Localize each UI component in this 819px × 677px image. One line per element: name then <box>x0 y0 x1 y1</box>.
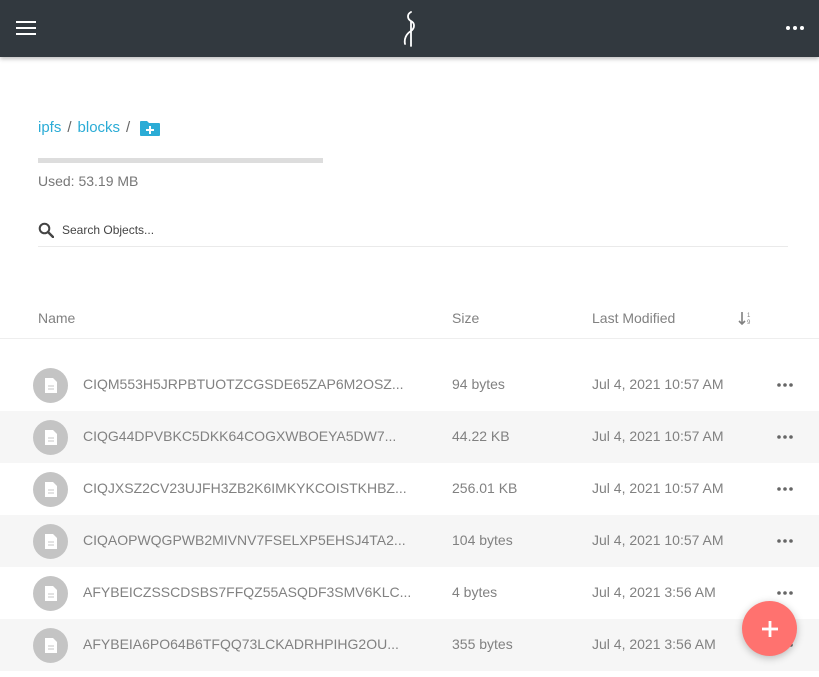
breadcrumb: ipfs / blocks / <box>38 119 161 136</box>
table-row[interactable]: CIQG44DPVBKC5DKK64COGXWBOEYA5DW7... 44.2… <box>0 411 819 463</box>
row-actions-button[interactable] <box>772 373 798 397</box>
row-actions-button[interactable] <box>772 477 798 501</box>
more-horizontal-icon <box>777 383 793 387</box>
file-icon <box>33 628 68 663</box>
file-name[interactable]: AFYBEICZSSCDSBS7FFQZ55ASQDF3SMV6KLC... <box>83 584 428 600</box>
search-icon <box>38 222 54 238</box>
file-size: 256.01 KB <box>452 480 518 496</box>
file-last-modified: Jul 4, 2021 3:56 AM <box>592 584 716 600</box>
table-row[interactable]: CIQJXSZ2CV23UJFH3ZB2K6IMKYKCOISTKHBZ... … <box>0 463 819 515</box>
row-actions-button[interactable] <box>772 529 798 553</box>
file-name[interactable]: CIQJXSZ2CV23UJFH3ZB2K6IMKYKCOISTKHBZ... <box>83 480 428 496</box>
breadcrumb-separator: / <box>126 119 131 136</box>
menu-button[interactable] <box>8 9 44 47</box>
top-bar <box>0 0 819 57</box>
new-folder-button[interactable] <box>140 120 161 136</box>
more-horizontal-icon <box>777 591 793 595</box>
file-icon <box>33 524 68 559</box>
storage-used-text: Used: 53.19 MB <box>38 173 139 189</box>
file-name[interactable]: AFYBEIA6PO64B6TFQQ73LCKADRHPIHG2OU... <box>83 636 428 652</box>
file-last-modified: Jul 4, 2021 3:56 AM <box>592 636 716 652</box>
table-header: Name Size Last Modified <box>0 298 819 339</box>
file-icon <box>33 472 68 507</box>
row-actions-button[interactable] <box>772 425 798 449</box>
storage-usage-fill <box>38 158 323 163</box>
table-row[interactable]: AFYBEICZSSCDSBS7FFQZ55ASQDF3SMV6KLC... 4… <box>0 567 819 619</box>
file-name[interactable]: CIQAOPWQGPWB2MIVNV7FSELXP5EHSJ4TA2... <box>83 532 428 548</box>
add-fab-button[interactable] <box>742 601 797 656</box>
breadcrumb-ipfs[interactable]: ipfs <box>38 119 61 136</box>
more-horizontal-icon <box>777 435 793 439</box>
file-size: 94 bytes <box>452 376 505 392</box>
column-header-last-modified[interactable]: Last Modified <box>592 310 675 326</box>
search-input[interactable] <box>62 223 662 237</box>
column-header-name[interactable]: Name <box>38 310 75 326</box>
file-last-modified: Jul 4, 2021 10:57 AM <box>592 428 724 444</box>
storage-usage-bar <box>38 158 323 163</box>
more-horizontal-icon <box>777 487 793 491</box>
sort-descending-icon[interactable]: 1 9 <box>738 311 754 325</box>
file-icon <box>33 420 68 455</box>
file-name[interactable]: CIQG44DPVBKC5DKK64COGXWBOEYA5DW7... <box>83 428 428 444</box>
file-icon <box>33 368 68 403</box>
svg-text:1: 1 <box>747 313 751 319</box>
column-header-size[interactable]: Size <box>452 310 479 326</box>
more-options-button[interactable] <box>779 12 811 44</box>
file-last-modified: Jul 4, 2021 10:57 AM <box>592 532 724 548</box>
table-row[interactable]: CIQM553H5JRPBTUOTZCGSDE65ZAP6M2OSZ... 94… <box>0 359 819 411</box>
file-icon <box>33 576 68 611</box>
table-row[interactable]: CIQAOPWQGPWB2MIVNV7FSELXP5EHSJ4TA2... 10… <box>0 515 819 567</box>
search-bar <box>38 214 788 247</box>
hamburger-icon <box>16 21 36 35</box>
file-size: 104 bytes <box>452 532 513 548</box>
more-horizontal-icon <box>777 539 793 543</box>
file-name[interactable]: CIQM553H5JRPBTUOTZCGSDE65ZAP6M2OSZ... <box>83 376 428 392</box>
folder-plus-icon <box>140 120 161 136</box>
breadcrumb-blocks[interactable]: blocks <box>78 119 121 136</box>
table-row[interactable]: AFYBEIA6PO64B6TFQQ73LCKADRHPIHG2OU... 35… <box>0 619 819 671</box>
plus-icon <box>761 620 778 637</box>
file-last-modified: Jul 4, 2021 10:57 AM <box>592 376 724 392</box>
svg-text:9: 9 <box>747 320 751 325</box>
file-last-modified: Jul 4, 2021 10:57 AM <box>592 480 724 496</box>
file-size: 44.22 KB <box>452 428 510 444</box>
file-size: 4 bytes <box>452 584 498 600</box>
more-horizontal-icon <box>786 26 804 30</box>
file-size: 355 bytes <box>452 636 513 652</box>
breadcrumb-separator: / <box>67 119 72 136</box>
minio-logo <box>403 11 415 47</box>
